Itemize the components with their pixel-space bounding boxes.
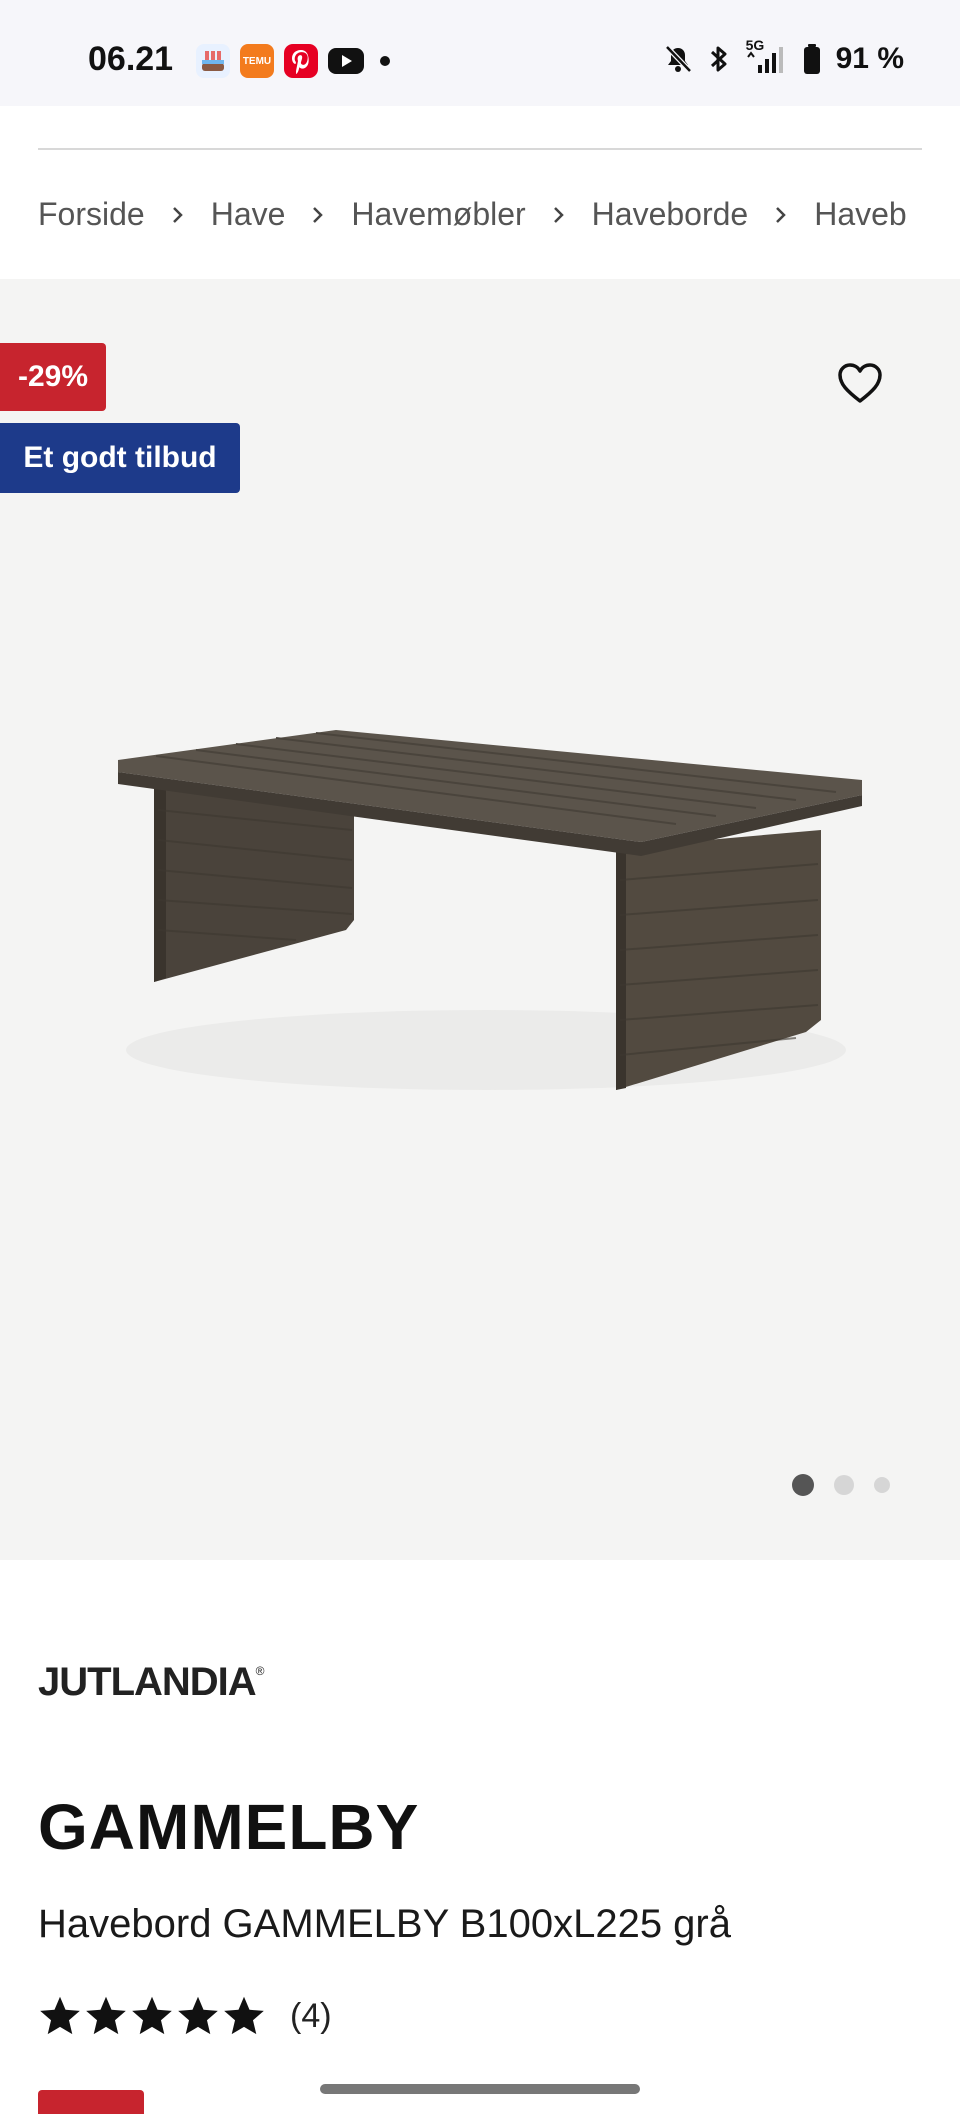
pinterest-app-icon <box>284 44 318 78</box>
chevron-right-icon <box>552 205 566 225</box>
breadcrumb-item-forside[interactable]: Forside <box>38 196 145 233</box>
breadcrumb-item-have[interactable]: Have <box>211 196 286 233</box>
star-icon <box>132 1996 172 2035</box>
status-indicators: 5G 91 % <box>662 37 904 76</box>
breadcrumb-item-havemobler[interactable]: Havemøbler <box>351 196 525 233</box>
status-time: 06.21 <box>88 40 174 78</box>
battery-percent: 91 % <box>835 42 904 75</box>
brand-name: JUTLANDIA <box>38 1660 257 1704</box>
status-app-icons: TEMU <box>196 44 390 78</box>
offer-badge: Et godt tilbud <box>0 423 240 493</box>
ship-app-icon <box>196 44 230 78</box>
battery-icon <box>802 43 822 75</box>
carousel-dot-1[interactable] <box>792 1474 814 1496</box>
bluetooth-icon <box>708 43 730 75</box>
breadcrumb-item-havebord[interactable]: Haveb <box>814 196 907 233</box>
favorite-button[interactable] <box>832 355 888 411</box>
breadcrumb: Forside Have Havemøbler Haveborde Haveb <box>38 196 922 233</box>
chevron-right-icon <box>311 205 325 225</box>
chevron-right-icon <box>171 205 185 225</box>
header-divider <box>38 148 922 150</box>
mute-icon <box>662 43 694 75</box>
product-title: GAMMELBY <box>38 1791 420 1863</box>
product-rating[interactable]: (4) <box>38 1994 332 2038</box>
star-icon <box>224 1996 264 2035</box>
carousel-dot-3[interactable] <box>874 1477 890 1493</box>
registered-mark: ® <box>255 1663 265 1678</box>
heart-icon <box>838 363 882 403</box>
youtube-app-icon <box>328 48 364 74</box>
star-icon <box>86 1996 126 2035</box>
star-icon <box>40 1996 80 2035</box>
rating-count[interactable]: (4) <box>290 1997 332 2036</box>
chevron-right-icon <box>774 205 788 225</box>
temu-app-icon: TEMU <box>240 44 274 78</box>
status-bar: 06.21 TEMU 5G 91 % <box>0 0 960 106</box>
brand-logo[interactable]: JUTLANDIA® <box>38 1660 264 1705</box>
star-icon <box>178 1996 218 2035</box>
carousel-dots <box>792 1474 890 1496</box>
price-badge <box>38 2090 144 2114</box>
network-label: 5G <box>745 37 765 53</box>
product-image-garden-table <box>118 730 862 1090</box>
more-notifications-dot <box>380 56 390 66</box>
breadcrumb-item-haveborde[interactable]: Haveborde <box>592 196 749 233</box>
signal-icon: 5G <box>744 37 788 75</box>
product-subtitle: Havebord GAMMELBY B100xL225 grå <box>38 1902 731 1946</box>
carousel-dot-2[interactable] <box>834 1475 854 1495</box>
discount-badge: -29% <box>0 343 106 411</box>
gesture-navigation-handle[interactable] <box>320 2084 640 2094</box>
